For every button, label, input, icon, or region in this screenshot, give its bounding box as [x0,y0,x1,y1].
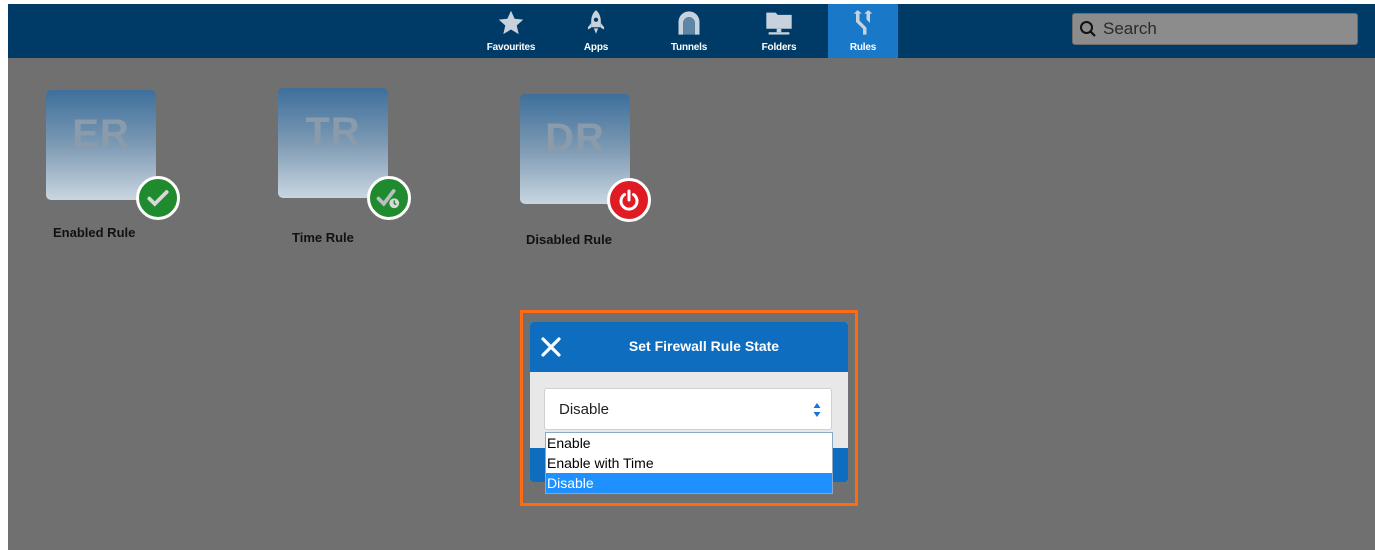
rule-abbreviation: DR [545,116,605,160]
rule-time[interactable]: TR Time Rule [278,88,428,248]
select-value: Disable [559,401,610,418]
folder-icon [764,8,794,38]
search-icon [1079,20,1097,38]
option-disable[interactable]: Disable [546,473,832,493]
tab-tunnels[interactable]: Tunnels [654,4,724,58]
rule-label: Enabled Rule [53,225,136,240]
rule-abbreviation: TR [305,110,361,154]
option-enable-with-time[interactable]: Enable with Time [546,453,832,473]
rule-label: Time Rule [292,230,354,245]
tab-folders[interactable]: Folders [744,4,814,58]
rule-disabled[interactable]: DR Disabled Rule [520,94,670,254]
search-input[interactable] [1101,18,1345,40]
rule-tile-icon: TR [278,88,388,198]
dialog-header: Set Firewall Rule State [530,322,848,372]
enabled-check-icon [136,176,180,220]
top-navigation-bar: Favourites Apps Tunnels Folders Rules [8,4,1375,58]
power-off-icon [607,178,651,222]
dialog-title: Set Firewall Rule State [628,338,780,354]
rule-state-select[interactable]: Disable [544,388,832,430]
tab-label: Apps [583,42,609,53]
rule-abbreviation: ER [72,112,130,156]
option-enable[interactable]: Enable [546,433,832,453]
tab-label: Rules [849,42,877,53]
tunnel-icon [674,8,704,38]
select-arrows-icon [813,402,821,418]
tab-apps[interactable]: Apps [561,4,631,58]
tab-label: Favourites [486,42,536,53]
rule-enabled[interactable]: ER Enabled Rule [46,90,196,250]
star-icon [496,8,526,38]
rules-icon [848,8,878,38]
tab-favourites[interactable]: Favourites [476,4,546,58]
tab-label: Tunnels [670,42,708,53]
tab-rules[interactable]: Rules [828,4,898,58]
rule-state-options: Enable Enable with Time Disable [545,432,833,494]
tab-label: Folders [761,42,797,53]
time-check-icon [367,176,411,220]
search-box[interactable] [1072,13,1358,45]
rule-label: Disabled Rule [526,232,612,247]
rocket-icon [581,8,611,38]
app-window: Favourites Apps Tunnels Folders Rules Se… [8,4,1375,550]
rule-tile-icon: ER [46,90,156,200]
